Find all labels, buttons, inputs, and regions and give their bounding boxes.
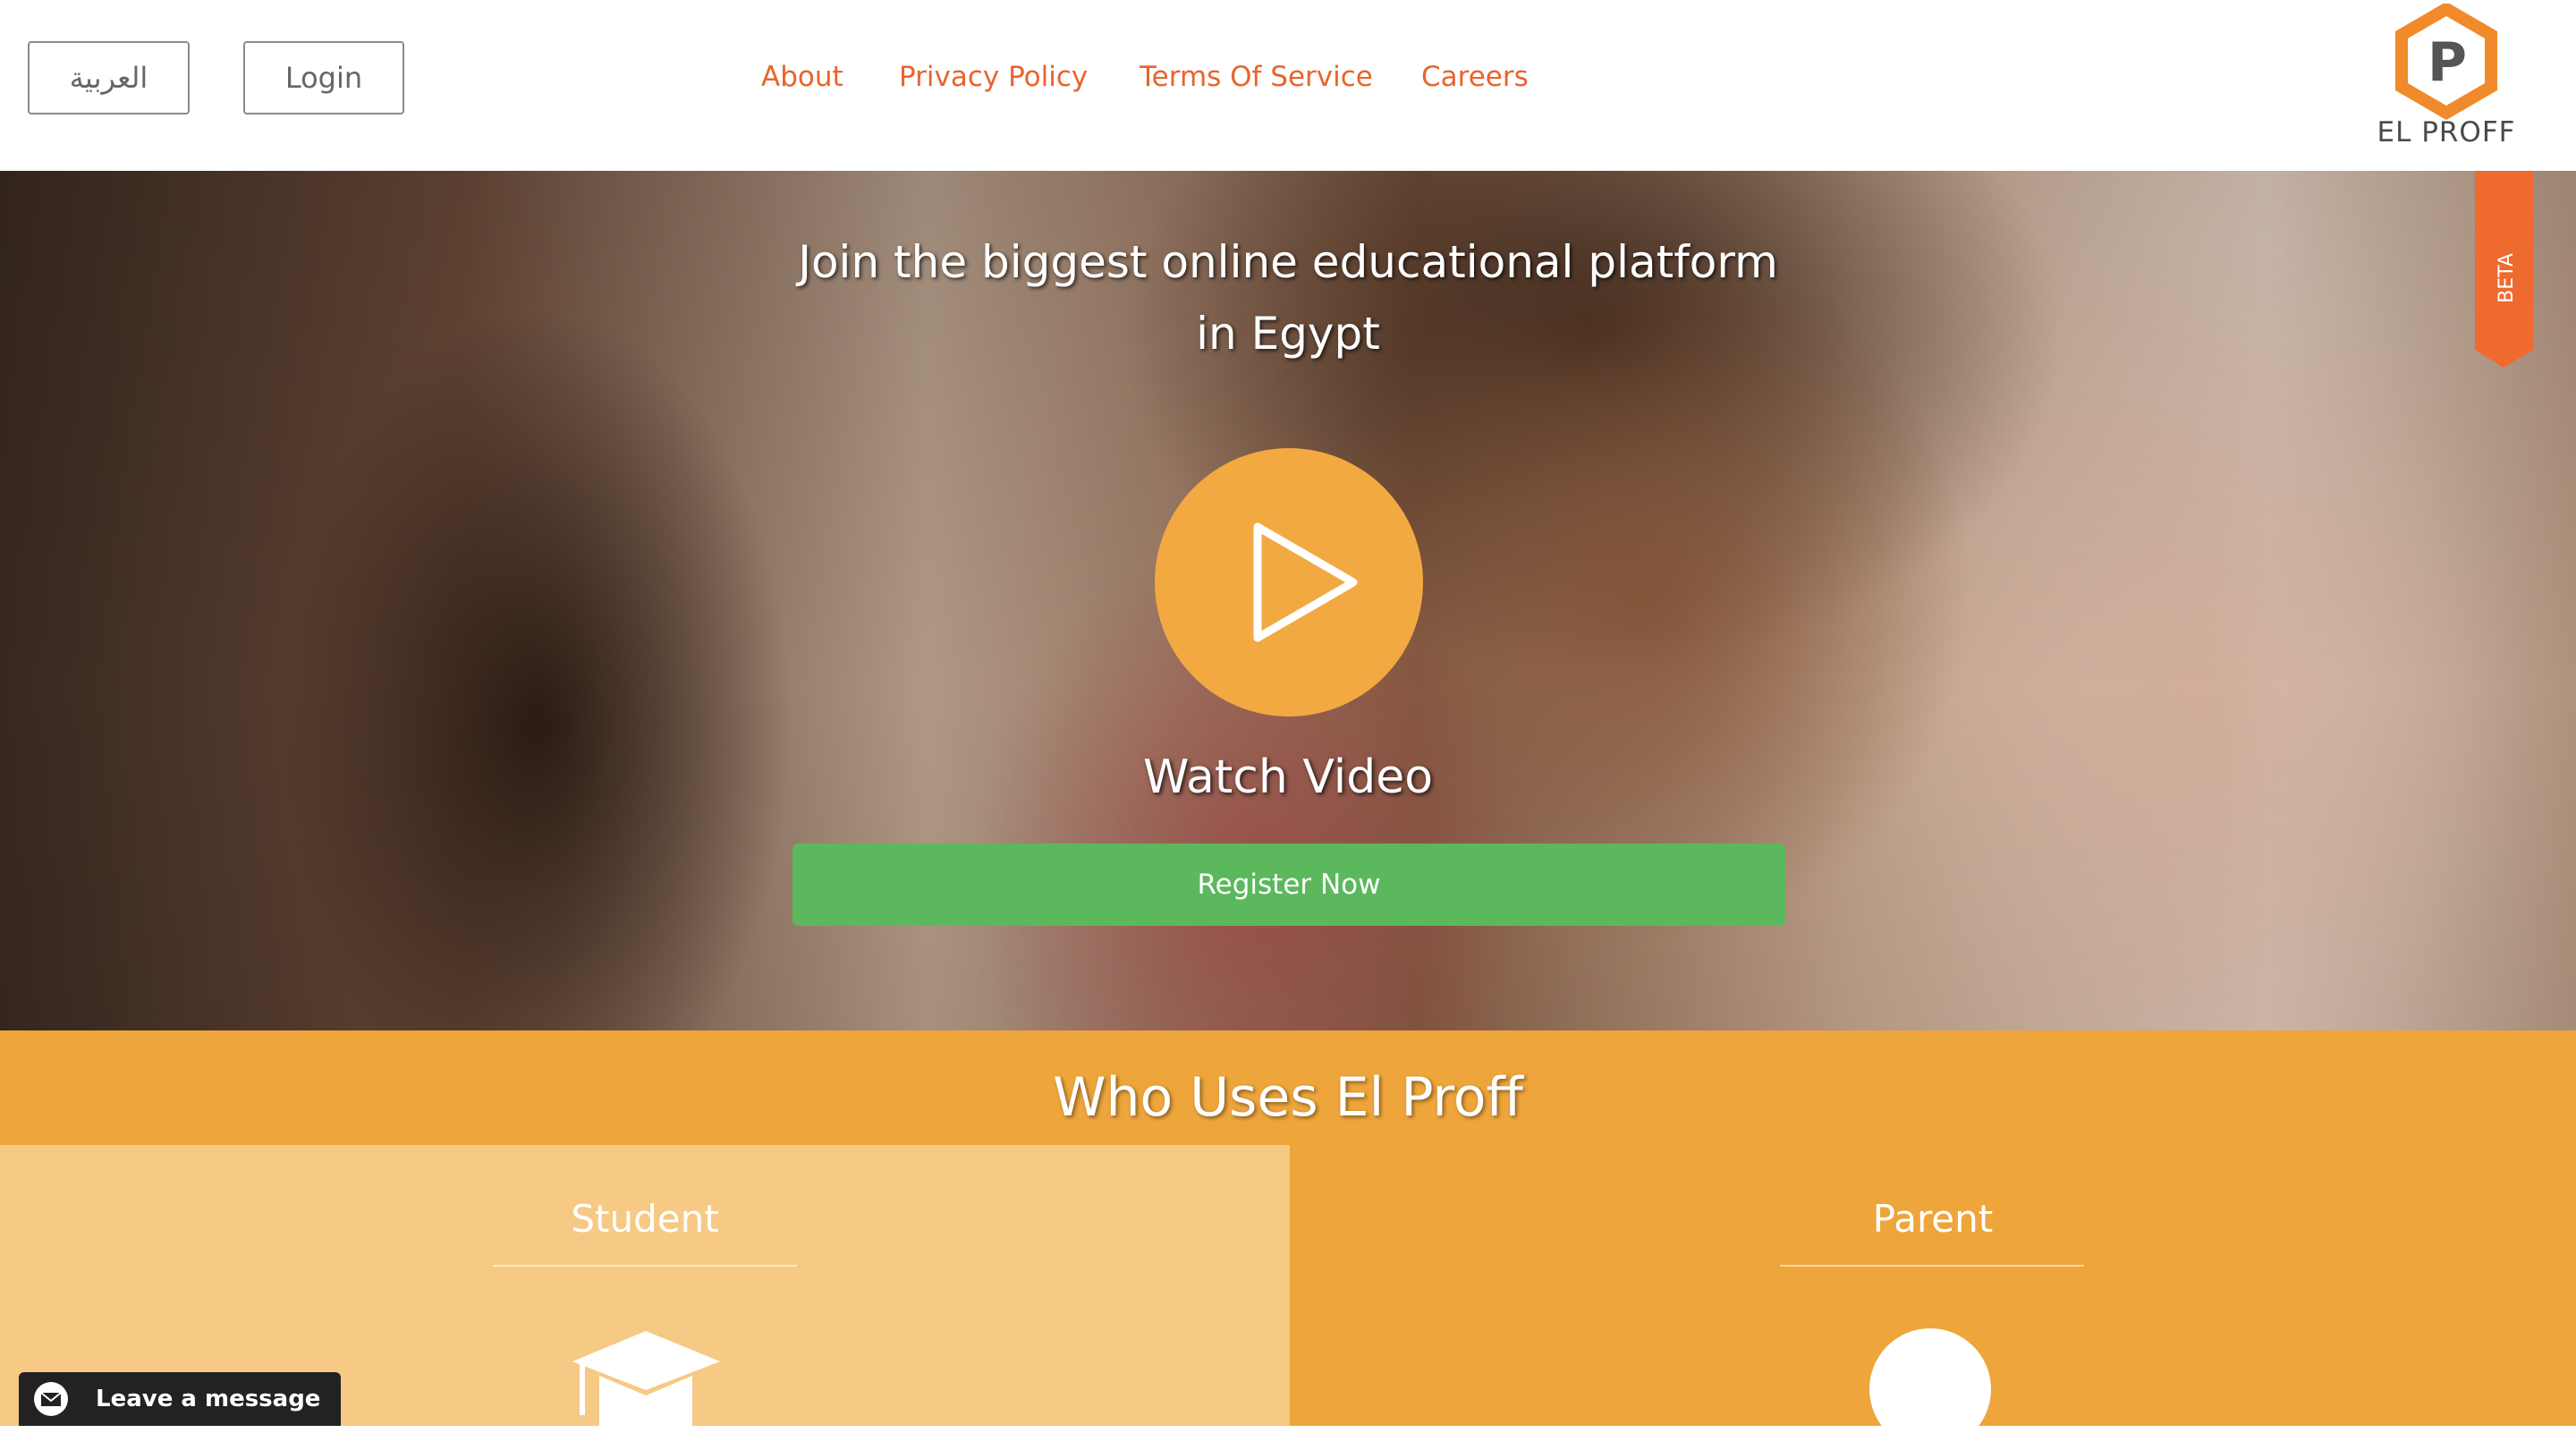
parent-title: Parent <box>1872 1197 1994 1241</box>
nav-careers[interactable]: Careers <box>1421 61 1529 93</box>
register-now-button[interactable]: Register Now <box>792 844 1785 926</box>
logo-letter: P <box>2428 31 2467 94</box>
who-uses-title: Who Uses El Proff <box>1053 1066 1523 1129</box>
graduation-cap-icon <box>572 1331 720 1426</box>
parent-divider <box>1780 1265 2084 1267</box>
nav-about[interactable]: About <box>761 61 843 93</box>
leave-message-label: Leave a message <box>96 1386 321 1412</box>
play-video-button[interactable] <box>1155 448 1423 717</box>
parent-icon <box>1869 1328 1991 1450</box>
who-uses-section: Who Uses El Proff <box>0 1030 2576 1145</box>
watch-video-label[interactable]: Watch Video <box>1020 750 1556 804</box>
nav-privacy-policy[interactable]: Privacy Policy <box>899 61 1088 93</box>
hero-title: Join the biggest online educational plat… <box>751 226 1825 369</box>
nav-terms-of-service[interactable]: Terms Of Service <box>1140 61 1373 93</box>
login-button[interactable]: Login <box>243 41 404 114</box>
hero-title-line2: in Egypt <box>1196 308 1380 360</box>
beta-ribbon: BETA <box>2475 171 2533 368</box>
logo-text: EL PROFF <box>2377 116 2516 148</box>
hero-title-line1: Join the biggest online educational plat… <box>798 236 1778 288</box>
student-title: Student <box>571 1197 719 1241</box>
parent-panel[interactable]: Parent <box>1290 1145 2576 1450</box>
play-icon <box>1253 522 1358 642</box>
student-divider <box>493 1265 797 1267</box>
site-header: العربية Login About Privacy Policy Terms… <box>0 0 2576 171</box>
beta-label: BETA <box>2496 253 2518 303</box>
envelope-icon <box>34 1382 68 1416</box>
hero-section: Join the biggest online educational plat… <box>0 171 2576 1030</box>
leave-message-widget[interactable]: Leave a message <box>19 1372 341 1426</box>
language-button[interactable]: العربية <box>28 41 190 114</box>
